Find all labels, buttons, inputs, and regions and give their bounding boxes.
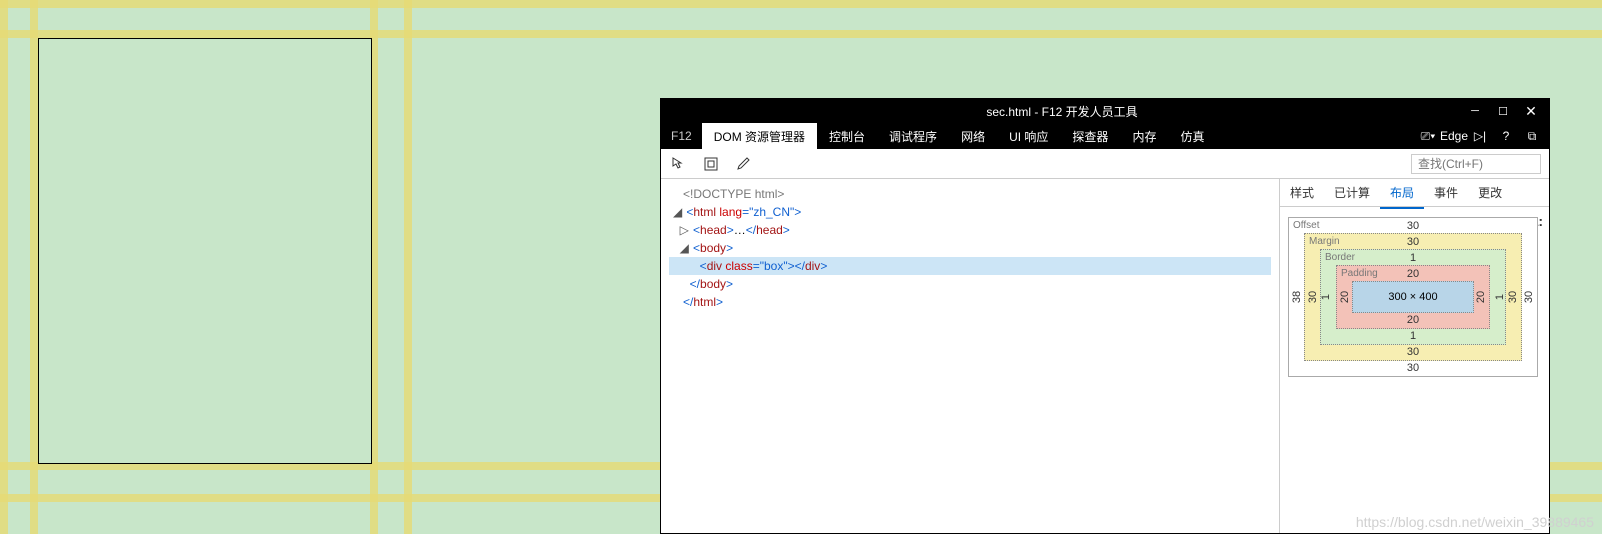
expand-icon[interactable]: ◢ bbox=[680, 239, 690, 257]
menubar: F12 DOM 资源管理器 控制台 调试程序 网络 UI 响应 探查器 内存 仿… bbox=[661, 123, 1549, 149]
content-size[interactable]: 300 × 400 bbox=[1388, 291, 1437, 303]
toolbar bbox=[661, 149, 1549, 179]
padding-left[interactable]: 20 bbox=[1339, 291, 1351, 303]
tab-emulation[interactable]: 仿真 bbox=[1168, 123, 1216, 149]
side-tab-styles[interactable]: 样式 bbox=[1280, 178, 1324, 207]
tab-label: 内存 bbox=[1132, 128, 1156, 145]
margin-top[interactable]: 30 bbox=[1407, 236, 1419, 248]
tab-label: 探查器 bbox=[1072, 128, 1108, 145]
select-element-icon[interactable] bbox=[669, 154, 689, 174]
color-picker-icon[interactable] bbox=[733, 154, 753, 174]
devtools-window: sec.html - F12 开发人员工具 ─ ☐ ✕ F12 DOM 资源管理… bbox=[660, 98, 1550, 534]
border-right[interactable]: 1 bbox=[1494, 294, 1506, 300]
tab-memory[interactable]: 内存 bbox=[1120, 123, 1168, 149]
tab-label: DOM 资源管理器 bbox=[714, 128, 805, 145]
offset-label: Offset bbox=[1293, 220, 1320, 231]
guide-line bbox=[404, 0, 412, 534]
margin-left[interactable]: 30 bbox=[1307, 291, 1319, 303]
f12-label: F12 bbox=[661, 129, 702, 143]
window-controls: ─ ☐ ✕ bbox=[1463, 102, 1549, 120]
border-top[interactable]: 1 bbox=[1410, 252, 1416, 264]
side-tab-changes[interactable]: 更改 bbox=[1468, 178, 1512, 207]
dom-doctype[interactable]: <!DOCTYPE html> bbox=[669, 185, 1271, 203]
help-icon[interactable]: ? bbox=[1497, 127, 1515, 145]
border-label: Border bbox=[1325, 252, 1355, 263]
tab-dom-explorer[interactable]: DOM 资源管理器 bbox=[702, 123, 817, 149]
window-title: sec.html - F12 开发人员工具 bbox=[661, 103, 1463, 120]
tab-label: 仿真 bbox=[1180, 128, 1204, 145]
dom-div-box[interactable]: <div class="box"></div> bbox=[669, 257, 1271, 275]
expand-icon[interactable]: ▷ bbox=[680, 221, 690, 239]
highlight-icon[interactable] bbox=[701, 154, 721, 174]
rendered-box-element[interactable] bbox=[38, 38, 372, 464]
guide-line bbox=[0, 0, 8, 534]
side-panel: 样式 已计算 布局 事件 更改 a: Offset 30 30 38 30 bbox=[1279, 179, 1549, 533]
tab-ui-response[interactable]: UI 响应 bbox=[997, 123, 1060, 149]
offset-left[interactable]: 38 bbox=[1291, 291, 1303, 303]
padding-right[interactable]: 20 bbox=[1475, 291, 1487, 303]
tab-network[interactable]: 网络 bbox=[949, 123, 997, 149]
search-input[interactable] bbox=[1411, 154, 1541, 174]
tab-label: 控制台 bbox=[829, 128, 865, 145]
step-icon[interactable]: ▷| bbox=[1471, 127, 1489, 145]
side-tab-events[interactable]: 事件 bbox=[1424, 178, 1468, 207]
border-left[interactable]: 1 bbox=[1320, 294, 1332, 300]
side-tab-computed[interactable]: 已计算 bbox=[1324, 178, 1380, 207]
dom-head[interactable]: ▷ <head>…</head> bbox=[669, 221, 1271, 239]
margin-label: Margin bbox=[1309, 236, 1340, 247]
guide-line bbox=[30, 0, 38, 534]
border-bottom[interactable]: 1 bbox=[1410, 330, 1416, 342]
tab-label: 网络 bbox=[961, 128, 985, 145]
tab-label: UI 响应 bbox=[1009, 128, 1048, 145]
side-tabs: 样式 已计算 布局 事件 更改 bbox=[1280, 179, 1549, 207]
tab-console[interactable]: 控制台 bbox=[817, 123, 877, 149]
dom-html-open[interactable]: ◢ <html lang="zh_CN"> bbox=[669, 203, 1271, 221]
margin-bottom[interactable]: 30 bbox=[1407, 346, 1419, 358]
dom-body-open[interactable]: ◢ <body> bbox=[669, 239, 1271, 257]
dock-icon[interactable]: ⧉ bbox=[1523, 127, 1541, 145]
guide-line bbox=[0, 30, 1602, 38]
box-model-diagram[interactable]: Offset 30 30 38 30 Margin 30 30 30 30 bbox=[1288, 217, 1538, 377]
offset-right[interactable]: 30 bbox=[1523, 291, 1535, 303]
titlebar[interactable]: sec.html - F12 开发人员工具 ─ ☐ ✕ bbox=[661, 99, 1549, 123]
tab-profiler[interactable]: 探查器 bbox=[1060, 123, 1120, 149]
layout-view: a: Offset 30 30 38 30 Margin 30 30 30 bbox=[1280, 207, 1549, 533]
side-tab-layout[interactable]: 布局 bbox=[1380, 178, 1424, 209]
content-layer[interactable]: 300 × 400 bbox=[1352, 281, 1474, 313]
dom-body-close[interactable]: </body> bbox=[669, 275, 1271, 293]
dom-html-close[interactable]: </html> bbox=[669, 293, 1271, 311]
close-button[interactable]: ✕ bbox=[1519, 102, 1543, 120]
padding-bottom[interactable]: 20 bbox=[1407, 314, 1419, 326]
padding-label: Padding bbox=[1341, 268, 1378, 279]
device-icon[interactable]: ⎚▾ bbox=[1419, 127, 1437, 145]
expand-icon[interactable]: ◢ bbox=[673, 203, 683, 221]
edge-label[interactable]: Edge bbox=[1445, 127, 1463, 145]
titlebar-right-icons: ⎚▾ Edge ▷| ? ⧉ bbox=[1419, 127, 1549, 145]
margin-right[interactable]: 30 bbox=[1507, 291, 1519, 303]
tab-debugger[interactable]: 调试程序 bbox=[877, 123, 949, 149]
tab-label: 调试程序 bbox=[889, 128, 937, 145]
maximize-button[interactable]: ☐ bbox=[1491, 102, 1515, 120]
minimize-button[interactable]: ─ bbox=[1463, 102, 1487, 120]
padding-top[interactable]: 20 bbox=[1407, 268, 1419, 280]
offset-top[interactable]: 30 bbox=[1407, 220, 1419, 232]
guide-line bbox=[0, 0, 1602, 8]
offset-bottom[interactable]: 30 bbox=[1407, 362, 1419, 374]
dom-tree-panel[interactable]: <!DOCTYPE html> ◢ <html lang="zh_CN"> ▷ … bbox=[661, 179, 1279, 533]
